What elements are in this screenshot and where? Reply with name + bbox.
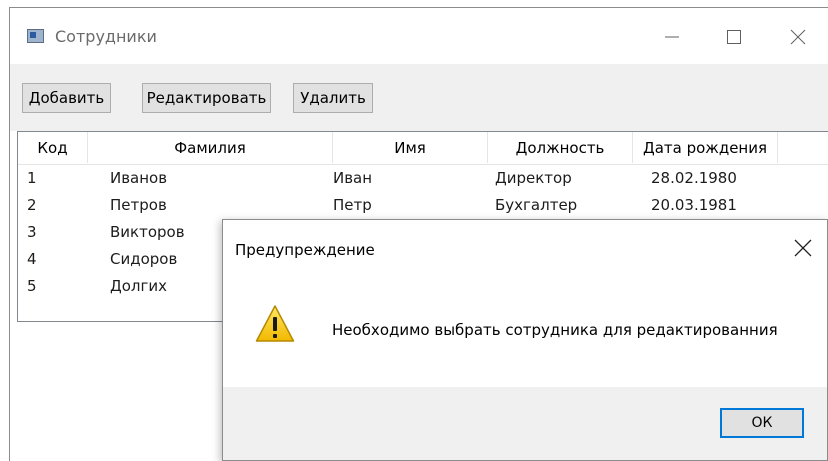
window-close-button[interactable] [776,18,820,56]
dialog-close-button[interactable] [785,230,821,266]
grid-header: Код Фамилия Имя Должность Дата рождения [18,132,828,165]
column-header-code[interactable]: Код [18,132,88,163]
cell-code: 1 [27,169,37,187]
cell-surname: Иванов [110,169,168,187]
cell-surname: Долгих [110,277,167,295]
column-header-position[interactable]: Должность [488,132,633,163]
dialog-title: Предупреждение [235,241,375,259]
cell-code: 5 [27,277,37,295]
screen: Сотрудники Добавить Редактировать Удалит… [0,0,828,461]
table-row[interactable]: 2 Петров Петр Бухгалтер 20.03.1981 [18,192,828,219]
toolbar: Добавить Редактировать Удалить [10,64,828,131]
cell-position: Бухгалтер [495,196,578,214]
column-header-surname[interactable]: Фамилия [88,132,333,163]
close-icon [790,29,806,45]
cell-surname: Сидоров [110,250,178,268]
cell-birthdate: 28.02.1980 [651,169,737,187]
cell-surname: Викторов [110,223,185,241]
cell-name: Иван [333,169,373,187]
warning-icon [255,305,295,342]
maximize-button[interactable] [712,18,756,56]
cell-surname: Петров [110,196,167,214]
dialog-footer: ОК [223,387,827,460]
cell-code: 2 [27,196,37,214]
app-icon-pane [30,32,36,38]
minimize-button[interactable] [650,18,694,56]
cell-name: Петр [333,196,372,214]
edit-button[interactable]: Редактировать [142,83,271,113]
dialog-message: Необходимо выбрать сотрудника для редакт… [332,321,778,339]
cell-birthdate: 20.03.1981 [651,196,737,214]
column-header-birthdate[interactable]: Дата рождения [633,132,778,163]
close-icon [794,239,812,257]
window-title: Сотрудники [55,27,157,46]
maximize-icon [727,30,741,44]
column-header-name[interactable]: Имя [333,132,488,163]
table-row[interactable]: 1 Иванов Иван Директор 28.02.1980 [18,165,828,192]
warning-dialog: Предупреждение Необходимо выбрать сотруд… [222,219,828,461]
ok-button[interactable]: ОК [720,408,804,438]
delete-button[interactable]: Удалить [293,83,373,113]
cell-code: 3 [27,223,37,241]
window-app-icon [27,29,44,43]
minimize-icon [665,36,679,38]
cell-code: 4 [27,250,37,268]
window-titlebar[interactable]: Сотрудники [10,8,828,64]
cell-position: Директор [495,169,572,187]
add-button[interactable]: Добавить [22,83,111,113]
